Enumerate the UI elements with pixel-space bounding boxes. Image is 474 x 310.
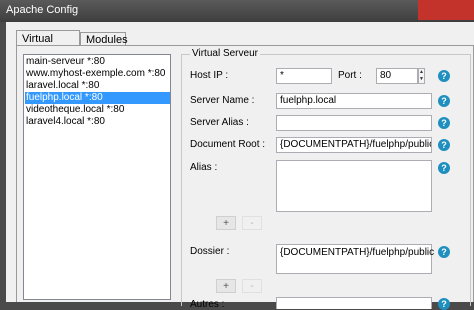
- server-alias-label: Server Alias :: [190, 117, 249, 128]
- vhost-list[interactable]: main-serveur *:80 www.myhost-exemple.com…: [23, 54, 171, 300]
- window-client: Virtual Serveur Modules main-serveur *:8…: [6, 22, 474, 310]
- help-icon[interactable]: ?: [438, 139, 450, 151]
- spin-up-icon[interactable]: ▲: [419, 69, 424, 76]
- vhost-item-selected[interactable]: fuelphp.local *:80: [25, 92, 170, 104]
- server-name-input[interactable]: fuelphp.local: [276, 93, 432, 109]
- document-root-label: Document Root :: [190, 139, 266, 150]
- vhost-item[interactable]: laravel.local *:80: [25, 80, 170, 92]
- vhost-item[interactable]: laravel4.local *:80: [25, 116, 170, 128]
- vhost-item[interactable]: main-serveur *:80: [25, 56, 170, 68]
- alias-textarea[interactable]: [276, 160, 432, 212]
- add-alias-button[interactable]: +: [216, 216, 236, 230]
- tab-panel-virtual-serveur: main-serveur *:80 www.myhost-exemple.com…: [16, 45, 474, 310]
- port-stepper[interactable]: ▲ ▼: [418, 68, 425, 84]
- spin-down-icon[interactable]: ▼: [419, 76, 424, 83]
- remove-alias-button[interactable]: -: [242, 216, 262, 230]
- virtual-serveur-group: Virtual Serveur Host IP : * Port : 80 ▲ …: [181, 48, 471, 310]
- title-bar: Apache Config: [0, 0, 474, 22]
- close-button[interactable]: [418, 0, 474, 20]
- tab-virtual-serveur[interactable]: Virtual Serveur: [16, 30, 80, 57]
- vhost-item[interactable]: www.myhost-exemple.com *:80: [25, 68, 170, 80]
- autres-textarea[interactable]: [276, 297, 432, 309]
- vhost-item[interactable]: videotheque.local *:80: [25, 104, 170, 116]
- window-title: Apache Config: [6, 4, 79, 16]
- remove-dossier-button[interactable]: -: [242, 279, 262, 293]
- server-alias-input[interactable]: [276, 115, 432, 131]
- port-input[interactable]: 80: [376, 68, 418, 84]
- host-ip-label: Host IP :: [190, 70, 229, 81]
- host-ip-input[interactable]: *: [276, 68, 332, 84]
- help-icon[interactable]: ?: [438, 162, 450, 174]
- port-label: Port :: [338, 70, 362, 81]
- dossier-label: Dossier :: [190, 246, 230, 257]
- server-name-label: Server Name :: [190, 95, 255, 106]
- help-icon[interactable]: ?: [438, 246, 450, 258]
- alias-label: Alias :: [190, 162, 218, 173]
- help-icon[interactable]: ?: [438, 70, 450, 82]
- help-icon[interactable]: ?: [438, 298, 450, 310]
- add-dossier-button[interactable]: +: [216, 279, 236, 293]
- tab-modules[interactable]: Modules: [80, 32, 128, 46]
- document-root-input[interactable]: {DOCUMENTPATH}/fuelphp/public/: [276, 137, 432, 153]
- help-icon[interactable]: ?: [438, 117, 450, 129]
- dossier-textarea[interactable]: {DOCUMENTPATH}/fuelphp/public: [276, 244, 434, 274]
- help-icon[interactable]: ?: [438, 95, 450, 107]
- group-title: Virtual Serveur: [190, 48, 260, 59]
- autres-label: Autres :: [190, 299, 225, 310]
